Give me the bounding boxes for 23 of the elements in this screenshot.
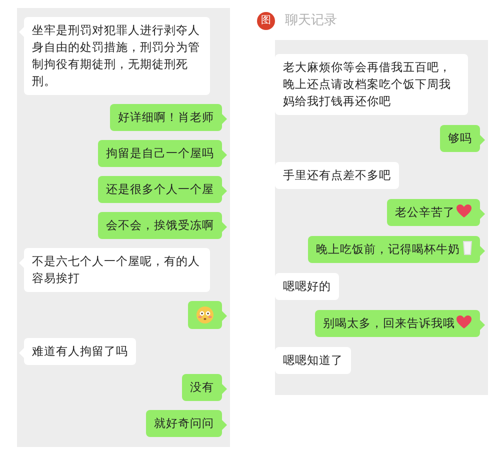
message-text: 老大麻烦你等会再借我五百吧，晚上还点请改档案吃个饭下周我妈给我打钱再还你吧 xyxy=(283,60,451,108)
message-text: 手里还有点差不多吧 xyxy=(283,168,391,182)
message-text: 会不会，挨饿受冻啊 xyxy=(106,218,214,232)
heart-icon xyxy=(456,204,472,218)
header-title: 聊天记录 xyxy=(285,12,337,30)
message-text: 够吗 xyxy=(448,131,472,145)
message-text: 嗯嗯知道了 xyxy=(283,353,343,367)
message-text: 晚上吃饭前，记得喝杯牛奶 xyxy=(316,242,460,256)
message-text: 好详细啊！肖老师 xyxy=(118,110,214,124)
message-text: 嗯嗯好的 xyxy=(283,279,331,293)
app-badge: 图 xyxy=(257,12,275,30)
message-text: 不是六七个人一个屋呢，有的人容易挨打 xyxy=(32,254,200,285)
message-text: 就好奇问问 xyxy=(154,416,214,430)
message-text: 难道有人拘留了吗 xyxy=(32,344,128,358)
message-text: 拘留是自己一个屋吗 xyxy=(106,146,214,160)
heart-icon xyxy=(456,315,472,329)
message-text: 别喝太多，回来告诉我哦 xyxy=(323,316,455,330)
glass-icon xyxy=(463,241,472,255)
flushed-face-icon xyxy=(196,306,214,324)
message-text: 还是很多个人一个屋 xyxy=(106,182,214,196)
message-text: 坐牢是刑罚对犯罪人进行剥夺人身自由的处罚措施，刑罚分为管制拘役有期徒刑，无期徒刑死刑。 xyxy=(32,23,200,88)
message-text: 老公辛苦了 xyxy=(395,205,455,219)
message-text: 没有 xyxy=(190,380,214,394)
